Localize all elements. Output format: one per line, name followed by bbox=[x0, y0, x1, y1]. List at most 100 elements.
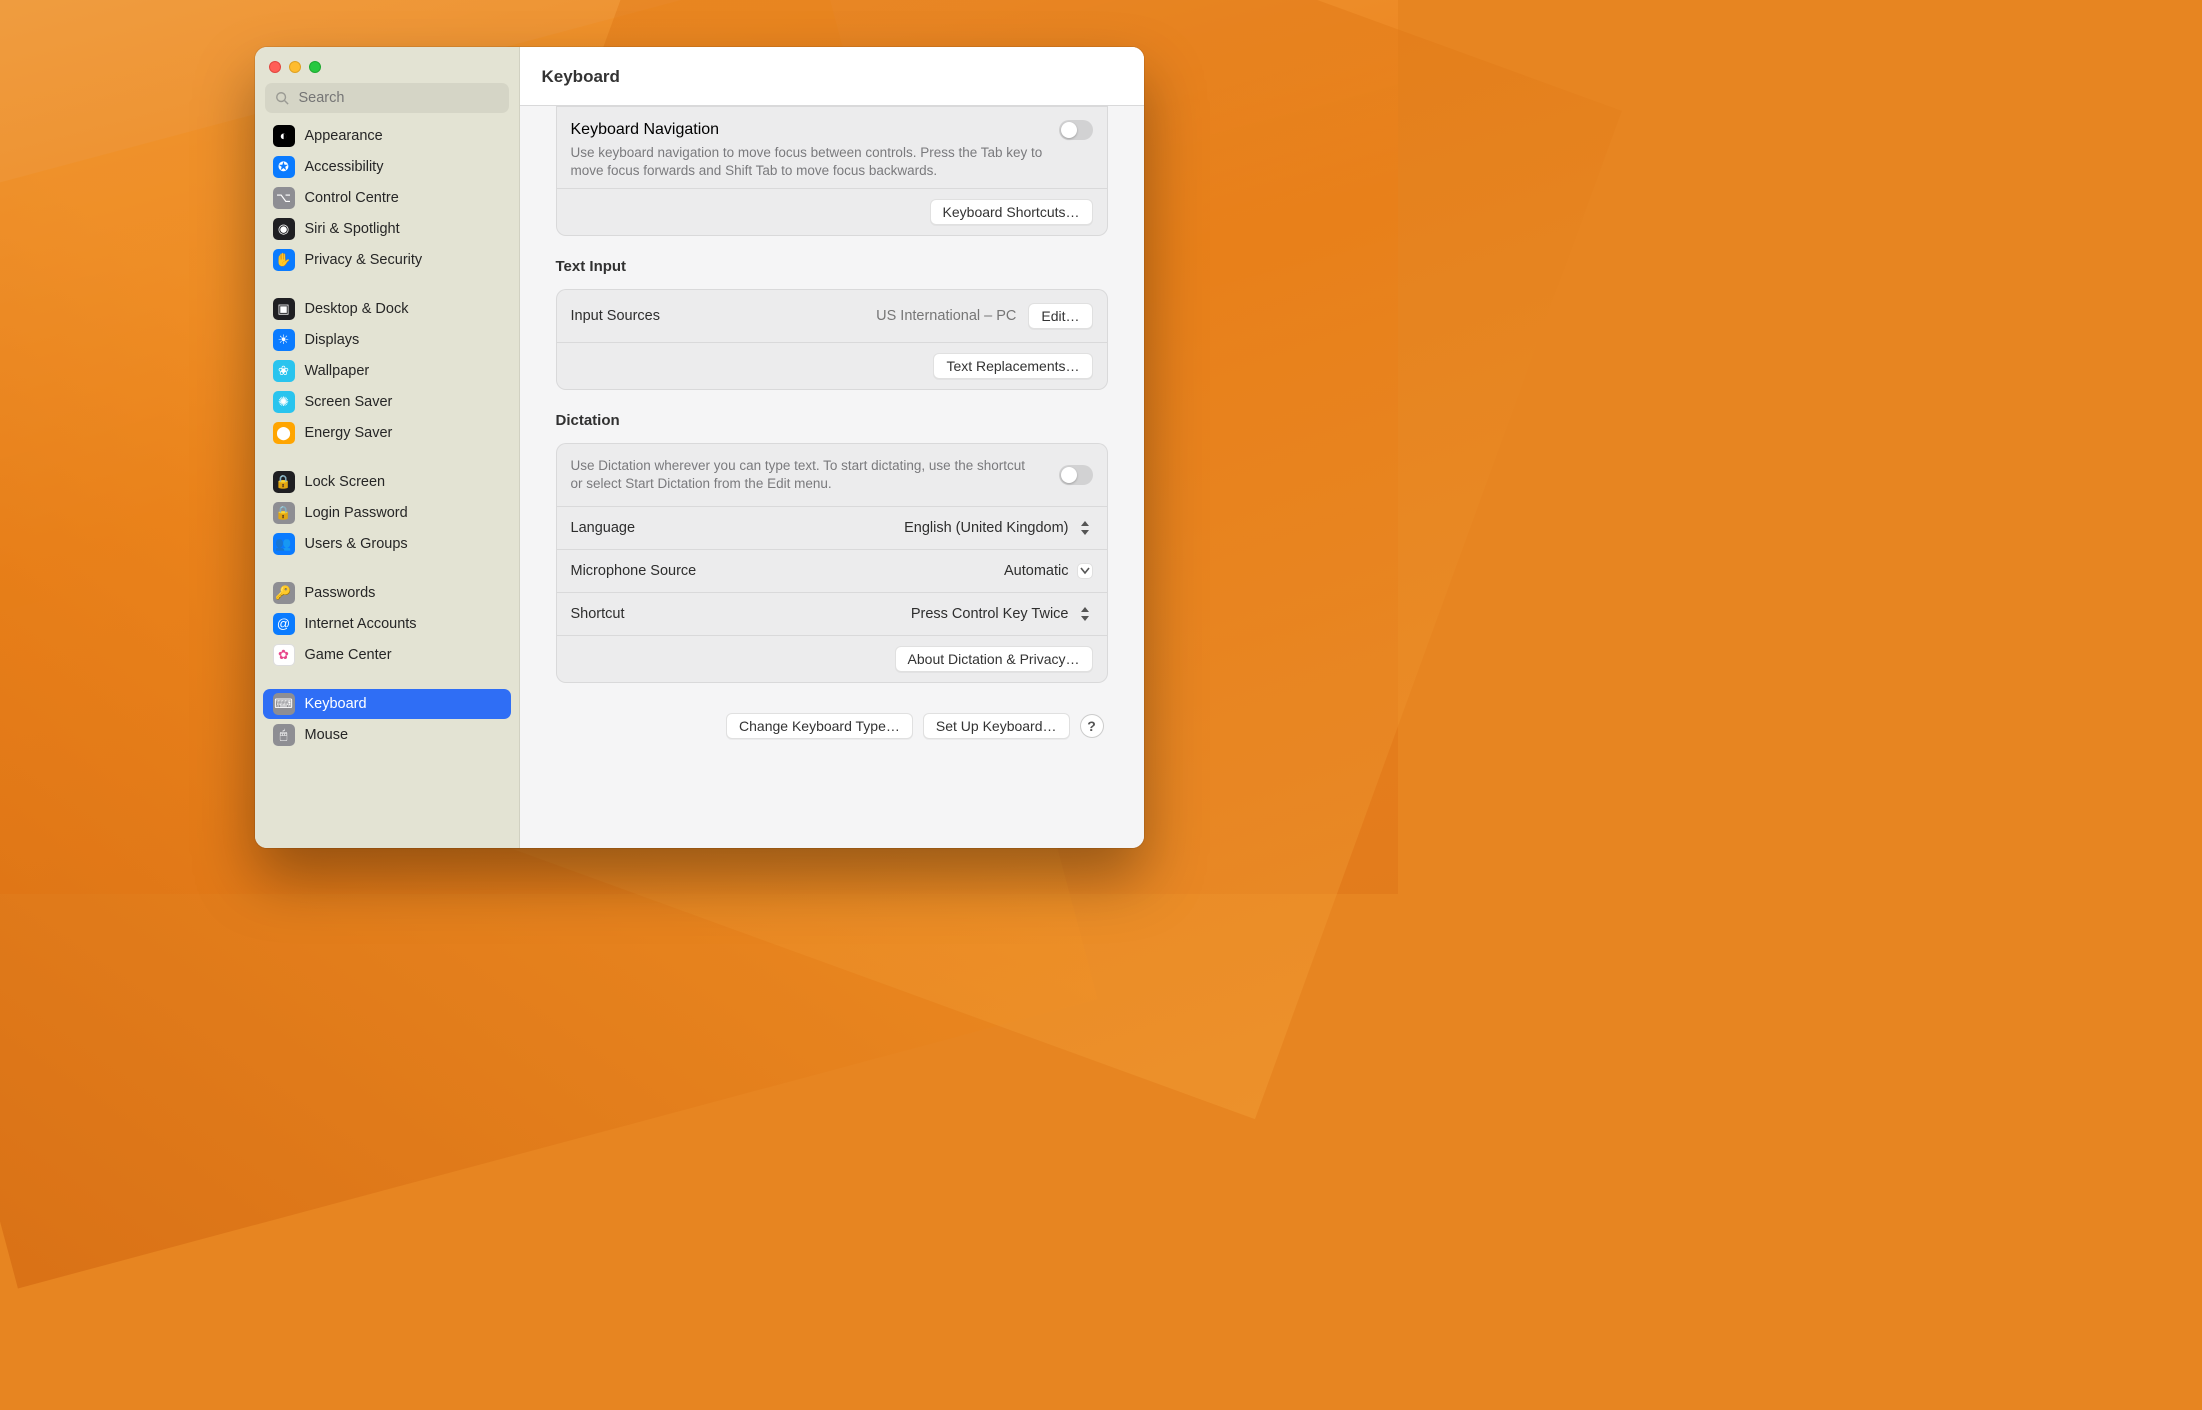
displays-icon: ☀ bbox=[273, 329, 295, 351]
sidebar-item-control-centre[interactable]: ⌥ Control Centre bbox=[263, 183, 511, 213]
lock-screen-icon: 🔒 bbox=[273, 471, 295, 493]
sidebar-item-privacy-security[interactable]: ✋ Privacy & Security bbox=[263, 245, 511, 275]
sidebar-item-label: Energy Saver bbox=[305, 425, 393, 441]
sidebar-item-mouse[interactable]: 🖱 Mouse bbox=[263, 720, 511, 750]
keyboard-icon: ⌨ bbox=[273, 693, 295, 715]
sidebar-item-label: Desktop & Dock bbox=[305, 301, 409, 317]
text-replacements-button[interactable]: Text Replacements… bbox=[933, 353, 1092, 379]
sidebar-item-label: Login Password bbox=[305, 505, 408, 521]
appearance-icon: ◐ bbox=[273, 125, 295, 147]
microphone-source-row[interactable]: Microphone Source Automatic bbox=[557, 549, 1107, 592]
sidebar-item-accessibility[interactable]: ✪ Accessibility bbox=[263, 152, 511, 182]
sidebar-item-appearance[interactable]: ◐ Appearance bbox=[263, 121, 511, 151]
dictation-section-title: Dictation bbox=[556, 412, 1108, 429]
dictation-card: Use Dictation wherever you can type text… bbox=[556, 443, 1108, 683]
sidebar-item-label: Screen Saver bbox=[305, 394, 393, 410]
energy-saver-icon: ⬤ bbox=[273, 422, 295, 444]
content-footer: Change Keyboard Type… Set Up Keyboard… ? bbox=[538, 705, 1126, 755]
updown-icon bbox=[1077, 606, 1093, 622]
sidebar-item-energy-saver[interactable]: ⬤ Energy Saver bbox=[263, 418, 511, 448]
sidebar: ◐ Appearance ✪ Accessibility ⌥ Control Centre… bbox=[255, 47, 520, 848]
sidebar-item-users-groups[interactable]: 👥 Users & Groups bbox=[263, 529, 511, 559]
about-dictation-privacy-button[interactable]: About Dictation & Privacy… bbox=[895, 646, 1093, 672]
content-pane: Keyboard Keyboard Navigation Use keyboar… bbox=[520, 47, 1144, 848]
sidebar-item-wallpaper[interactable]: ❀ Wallpaper bbox=[263, 356, 511, 386]
sidebar-item-label: Displays bbox=[305, 332, 360, 348]
search-icon bbox=[275, 91, 289, 105]
game-center-icon: ✿ bbox=[273, 644, 295, 666]
screen-saver-icon: ✺ bbox=[273, 391, 295, 413]
keyboard-navigation-row: Keyboard Navigation Use keyboard navigat… bbox=[557, 107, 1107, 188]
input-sources-row: Input Sources US International – PC Edit… bbox=[557, 290, 1107, 342]
sidebar-search[interactable] bbox=[265, 83, 509, 113]
sidebar-item-screen-saver[interactable]: ✺ Screen Saver bbox=[263, 387, 511, 417]
input-sources-label: Input Sources bbox=[571, 308, 660, 324]
wallpaper-icon: ❀ bbox=[273, 360, 295, 382]
sidebar-item-desktop-dock[interactable]: ▣ Desktop & Dock bbox=[263, 294, 511, 324]
privacy-security-icon: ✋ bbox=[273, 249, 295, 271]
keyboard-navigation-description: Use keyboard navigation to move focus be… bbox=[571, 140, 1093, 180]
settings-window: ◐ Appearance ✪ Accessibility ⌥ Control Centre… bbox=[255, 47, 1144, 848]
passwords-icon: 🔑 bbox=[273, 582, 295, 604]
keyboard-navigation-toggle[interactable] bbox=[1059, 120, 1093, 140]
help-button[interactable]: ? bbox=[1080, 714, 1104, 738]
sidebar-item-label: Accessibility bbox=[305, 159, 384, 175]
sidebar-item-label: Lock Screen bbox=[305, 474, 386, 490]
dictation-description: Use Dictation wherever you can type text… bbox=[571, 457, 1047, 493]
sidebar-item-game-center[interactable]: ✿Game Center bbox=[263, 640, 511, 670]
sidebar-item-label: Appearance bbox=[305, 128, 383, 144]
sidebar-item-lock-screen[interactable]: 🔒 Lock Screen bbox=[263, 467, 511, 497]
siri-spotlight-icon: ◉ bbox=[273, 218, 295, 240]
sidebar-item-passwords[interactable]: 🔑 Passwords bbox=[263, 578, 511, 608]
microphone-source-label: Microphone Source bbox=[571, 563, 697, 579]
login-password-icon: 🔒 bbox=[273, 502, 295, 524]
dictation-language-row[interactable]: Language English (United Kingdom) bbox=[557, 506, 1107, 549]
close-icon[interactable] bbox=[269, 61, 281, 73]
sidebar-nav[interactable]: ◐ Appearance ✪ Accessibility ⌥ Control Centre… bbox=[255, 121, 519, 848]
desktop-dock-icon: ▣ bbox=[273, 298, 295, 320]
sidebar-item-siri-spotlight[interactable]: ◉ Siri & Spotlight bbox=[263, 214, 511, 244]
dictation-shortcut-value: Press Control Key Twice bbox=[911, 606, 1069, 622]
page-title: Keyboard bbox=[542, 67, 1122, 87]
accessibility-icon: ✪ bbox=[273, 156, 295, 178]
internet-accounts-icon: @ bbox=[273, 613, 295, 635]
minimize-icon[interactable] bbox=[289, 61, 301, 73]
sidebar-item-label: Control Centre bbox=[305, 190, 399, 206]
setup-keyboard-button[interactable]: Set Up Keyboard… bbox=[923, 713, 1070, 739]
sidebar-item-label: Wallpaper bbox=[305, 363, 370, 379]
dictation-toggle[interactable] bbox=[1059, 465, 1093, 485]
dictation-shortcut-label: Shortcut bbox=[571, 606, 625, 622]
text-input-card: Input Sources US International – PC Edit… bbox=[556, 289, 1108, 390]
microphone-source-value: Automatic bbox=[1004, 563, 1068, 579]
control-centre-icon: ⌥ bbox=[273, 187, 295, 209]
zoom-icon[interactable] bbox=[309, 61, 321, 73]
sidebar-item-label: Passwords bbox=[305, 585, 376, 601]
sidebar-item-label: Users & Groups bbox=[305, 536, 408, 552]
dictation-language-value: English (United Kingdom) bbox=[904, 520, 1068, 536]
dictation-toggle-row: Use Dictation wherever you can type text… bbox=[557, 444, 1107, 506]
keyboard-shortcuts-button[interactable]: Keyboard Shortcuts… bbox=[930, 199, 1093, 225]
mouse-icon: 🖱 bbox=[273, 724, 295, 746]
sidebar-item-label: Mouse bbox=[305, 727, 349, 743]
input-sources-value: US International – PC bbox=[876, 308, 1016, 324]
sidebar-item-login-password[interactable]: 🔒 Login Password bbox=[263, 498, 511, 528]
updown-icon bbox=[1077, 520, 1093, 536]
sidebar-item-label: Privacy & Security bbox=[305, 252, 423, 268]
text-input-section-title: Text Input bbox=[556, 258, 1108, 275]
keyboard-navigation-label: Keyboard Navigation bbox=[571, 121, 1059, 139]
sidebar-item-label: Keyboard bbox=[305, 696, 367, 712]
change-keyboard-type-button[interactable]: Change Keyboard Type… bbox=[726, 713, 913, 739]
sidebar-item-keyboard[interactable]: ⌨ Keyboard bbox=[263, 689, 511, 719]
keyboard-navigation-card: Keyboard Navigation Use keyboard navigat… bbox=[556, 106, 1108, 236]
input-sources-edit-button[interactable]: Edit… bbox=[1028, 303, 1092, 329]
sidebar-item-label: Siri & Spotlight bbox=[305, 221, 400, 237]
sidebar-item-displays[interactable]: ☀ Displays bbox=[263, 325, 511, 355]
window-controls bbox=[255, 47, 519, 83]
sidebar-item-label: Internet Accounts bbox=[305, 616, 417, 632]
search-input[interactable] bbox=[297, 89, 499, 107]
content-header: Keyboard bbox=[520, 47, 1144, 106]
content-scroll[interactable]: Keyboard Navigation Use keyboard navigat… bbox=[520, 106, 1144, 848]
dictation-shortcut-row[interactable]: Shortcut Press Control Key Twice bbox=[557, 592, 1107, 635]
users-groups-icon: 👥 bbox=[273, 533, 295, 555]
sidebar-item-internet-accounts[interactable]: @ Internet Accounts bbox=[263, 609, 511, 639]
